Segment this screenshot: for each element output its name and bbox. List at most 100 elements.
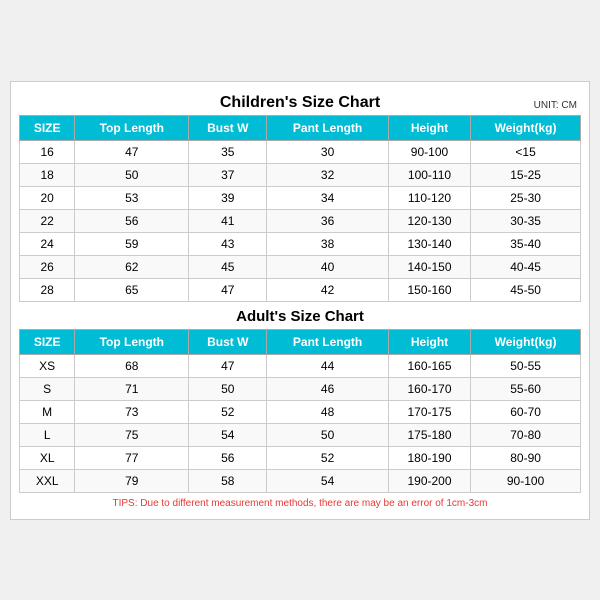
adults-col-header: Height [388,329,470,354]
table-cell: L [20,423,75,446]
table-row: L755450175-18070-80 [20,423,581,446]
table-cell: 35 [189,140,267,163]
table-cell: 39 [189,186,267,209]
table-cell: 53 [75,186,189,209]
adults-col-header: Pant Length [267,329,389,354]
table-cell: 75 [75,423,189,446]
table-cell: 60-70 [471,400,581,423]
table-cell: 40-45 [471,255,581,278]
table-cell: 70-80 [471,423,581,446]
table-cell: M [20,400,75,423]
adults-title: Adult's Size Chart [19,302,581,329]
table-row: XXL795854190-20090-100 [20,469,581,492]
table-row: 28654742150-16045-50 [20,278,581,301]
table-cell: 15-25 [471,163,581,186]
table-cell: 68 [75,354,189,377]
table-cell: 58 [189,469,267,492]
table-cell: 190-200 [388,469,470,492]
children-col-header: Pant Length [267,115,389,140]
table-cell: 65 [75,278,189,301]
table-cell: 170-175 [388,400,470,423]
table-cell: 47 [75,140,189,163]
table-cell: 56 [189,446,267,469]
table-cell: 25-30 [471,186,581,209]
table-row: 1647353090-100<15 [20,140,581,163]
table-row: S715046160-17055-60 [20,377,581,400]
table-cell: 55-60 [471,377,581,400]
children-col-header: Top Length [75,115,189,140]
table-cell: 35-40 [471,232,581,255]
table-cell: 34 [267,186,389,209]
table-cell: 41 [189,209,267,232]
table-cell: XL [20,446,75,469]
table-cell: S [20,377,75,400]
children-col-header: Height [388,115,470,140]
children-col-header: Weight(kg) [471,115,581,140]
table-cell: 24 [20,232,75,255]
adults-size-table: SIZETop LengthBust WPant LengthHeightWei… [19,329,581,493]
table-cell: 46 [267,377,389,400]
table-cell: 32 [267,163,389,186]
adults-col-header: Top Length [75,329,189,354]
table-cell: 130-140 [388,232,470,255]
table-cell: 50 [189,377,267,400]
table-cell: 45 [189,255,267,278]
table-cell: 47 [189,354,267,377]
table-cell: 18 [20,163,75,186]
table-cell: 16 [20,140,75,163]
table-cell: 37 [189,163,267,186]
table-cell: 150-160 [388,278,470,301]
table-cell: 160-170 [388,377,470,400]
table-cell: 45-50 [471,278,581,301]
table-cell: 79 [75,469,189,492]
table-cell: 100-110 [388,163,470,186]
table-row: 18503732100-11015-25 [20,163,581,186]
table-cell: XS [20,354,75,377]
adults-col-header: Bust W [189,329,267,354]
table-cell: 54 [189,423,267,446]
table-cell: 62 [75,255,189,278]
table-cell: 48 [267,400,389,423]
table-cell: 30-35 [471,209,581,232]
table-row: 26624540140-15040-45 [20,255,581,278]
table-cell: 90-100 [471,469,581,492]
table-cell: 110-120 [388,186,470,209]
table-cell: 28 [20,278,75,301]
adults-col-header: SIZE [20,329,75,354]
table-cell: 52 [267,446,389,469]
table-cell: 43 [189,232,267,255]
table-cell: 22 [20,209,75,232]
table-row: XL775652180-19080-90 [20,446,581,469]
table-cell: <15 [471,140,581,163]
table-cell: 160-165 [388,354,470,377]
table-cell: 38 [267,232,389,255]
table-cell: 54 [267,469,389,492]
table-cell: 26 [20,255,75,278]
table-cell: 20 [20,186,75,209]
table-cell: 50-55 [471,354,581,377]
table-cell: 40 [267,255,389,278]
table-cell: 71 [75,377,189,400]
table-cell: 77 [75,446,189,469]
table-row: M735248170-17560-70 [20,400,581,423]
table-cell: 73 [75,400,189,423]
table-row: 24594338130-14035-40 [20,232,581,255]
children-col-header: Bust W [189,115,267,140]
children-col-header: SIZE [20,115,75,140]
table-cell: 80-90 [471,446,581,469]
chart-container: Children's Size Chart UNIT: CM SIZETop L… [10,81,590,520]
table-cell: 47 [189,278,267,301]
tips-text: TIPS: Due to different measurement metho… [19,493,581,511]
table-cell: 36 [267,209,389,232]
table-row: XS684744160-16550-55 [20,354,581,377]
table-cell: 140-150 [388,255,470,278]
table-cell: 50 [267,423,389,446]
adults-col-header: Weight(kg) [471,329,581,354]
table-cell: 59 [75,232,189,255]
table-cell: 120-130 [388,209,470,232]
children-size-table: SIZETop LengthBust WPant LengthHeightWei… [19,115,581,302]
table-cell: 50 [75,163,189,186]
table-row: 22564136120-13030-35 [20,209,581,232]
table-cell: 56 [75,209,189,232]
table-cell: 180-190 [388,446,470,469]
